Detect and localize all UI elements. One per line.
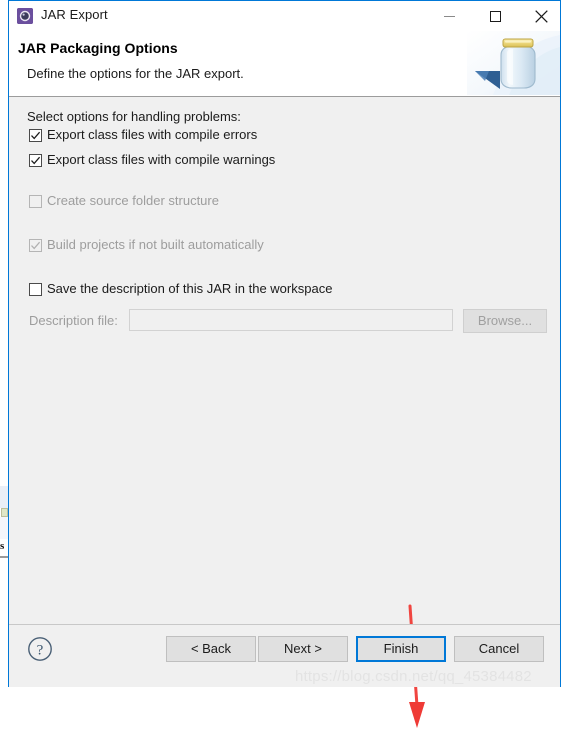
jar-export-icon	[17, 8, 33, 24]
window-title: JAR Export	[41, 7, 108, 22]
checkbox-export-compile-errors[interactable]: Export class files with compile errors	[29, 127, 257, 145]
section-label: Select options for handling problems:	[27, 109, 241, 124]
dialog-button-bar: ? < Back Next > Finish Cancel	[9, 624, 560, 687]
minimize-icon[interactable]	[426, 1, 472, 31]
maximize-icon[interactable]	[472, 1, 518, 31]
checkbox-label: Save the description of this JAR in the …	[47, 281, 333, 296]
background-artifact-text: s	[0, 539, 8, 555]
checkbox-checked-icon	[29, 154, 42, 167]
svg-text:?: ?	[37, 642, 44, 658]
checkbox-checked-disabled-icon	[29, 239, 42, 252]
checkbox-build-projects-if-not-built-automatically: Build projects if not built automaticall…	[29, 237, 264, 255]
description-file-row: Description file: Browse...	[29, 309, 547, 333]
next-button[interactable]: Next >	[258, 636, 348, 662]
page-subtitle: Define the options for the JAR export.	[27, 66, 244, 81]
checkbox-label: Export class files with compile errors	[47, 127, 258, 142]
finish-button[interactable]: Finish	[356, 636, 446, 662]
description-file-label: Description file:	[29, 313, 118, 328]
wizard-header: JAR Packaging Options Define the options…	[9, 31, 560, 97]
page-title: JAR Packaging Options	[18, 40, 178, 56]
checkbox-unchecked-disabled-icon	[29, 195, 42, 208]
checkbox-checked-icon	[29, 129, 42, 142]
checkbox-export-compile-warnings[interactable]: Export class files with compile warnings	[29, 152, 275, 170]
close-icon[interactable]	[518, 1, 563, 31]
checkbox-label: Create source folder structure	[47, 193, 219, 208]
checkbox-label: Build projects if not built automaticall…	[47, 237, 264, 252]
checkbox-create-source-folder-structure: Create source folder structure	[29, 193, 219, 211]
background-artifact-swatch	[1, 508, 8, 517]
jar-export-dialog: JAR Export JAR Packaging Options Define …	[8, 0, 561, 728]
options-panel: Select options for handling problems: Ex…	[9, 97, 560, 728]
checkbox-label: Export class files with compile warnings	[47, 152, 276, 167]
title-bar: JAR Export	[9, 0, 560, 31]
help-icon[interactable]: ?	[27, 636, 53, 662]
back-button[interactable]: < Back	[166, 636, 256, 662]
checkbox-unchecked-icon	[29, 283, 42, 296]
browse-button[interactable]: Browse...	[463, 309, 547, 333]
jar-banner-icon	[467, 31, 560, 95]
cancel-button[interactable]: Cancel	[454, 636, 544, 662]
checkbox-save-jar-description[interactable]: Save the description of this JAR in the …	[29, 281, 332, 299]
description-file-input[interactable]	[129, 309, 453, 331]
